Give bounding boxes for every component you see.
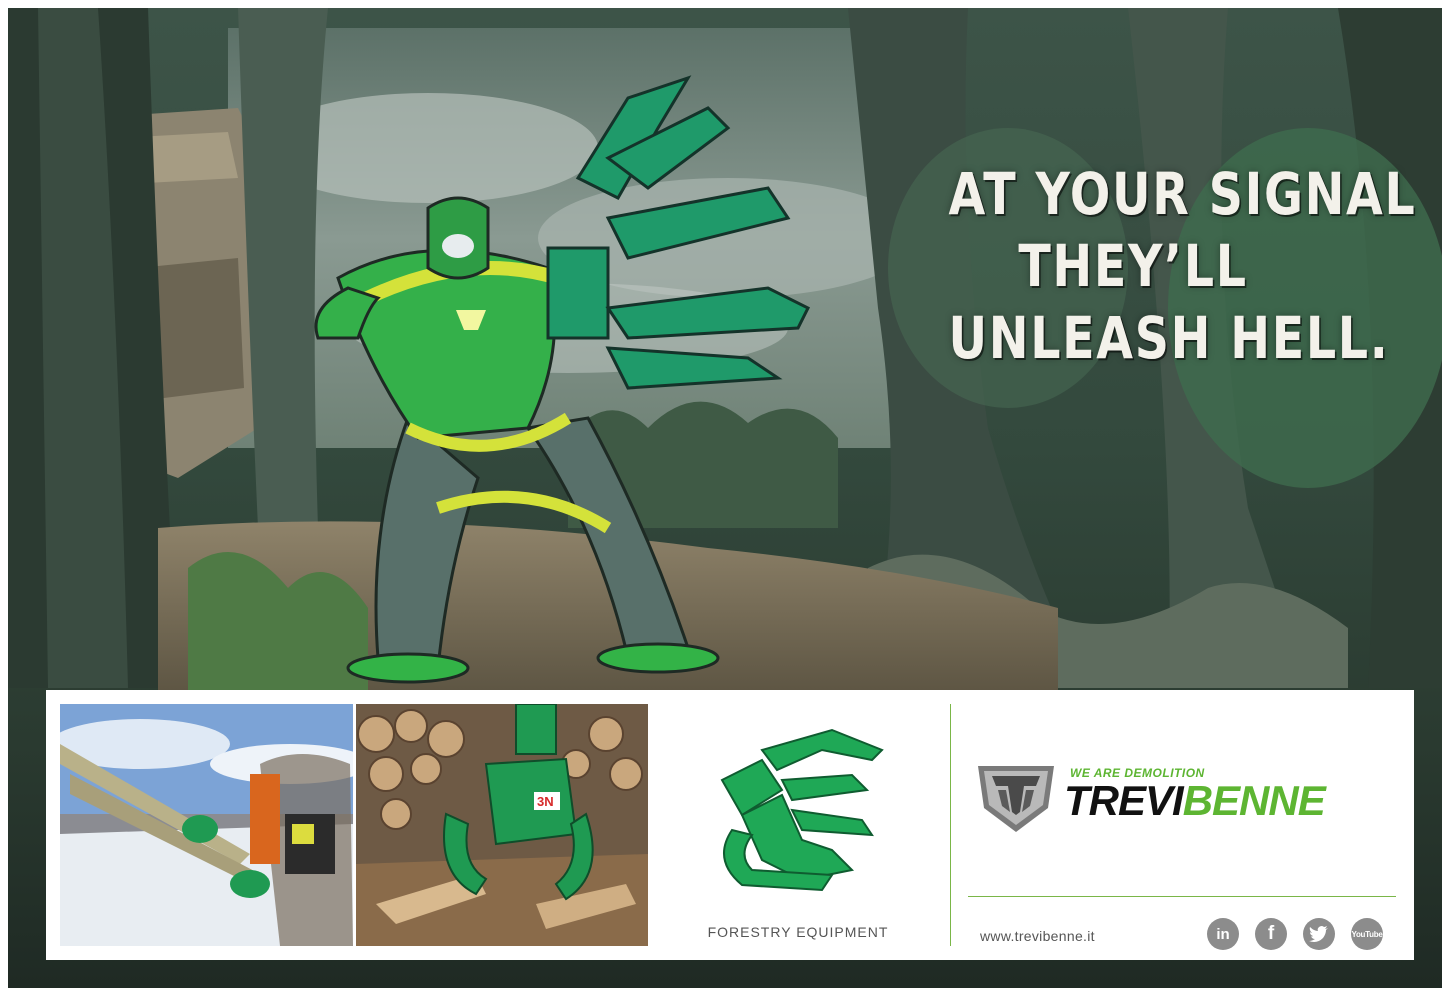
headline-line-1: AT YOUR SIGNAL [948, 160, 1417, 228]
brand-name-part-1: TREVI [1064, 777, 1184, 824]
headline-line-3: UNLEASH HELL. [948, 304, 1390, 372]
brand-name-part-2: BENNE [1182, 777, 1326, 824]
trevibenne-shield-logo-icon [978, 766, 1054, 832]
product-label: FORESTRY EQUIPMENT [707, 924, 889, 940]
website-link[interactable]: www.trevibenne.it [980, 928, 1095, 944]
info-panel: 3N FORESTRY EQUIPMENT WE ARE DEMOLITION [46, 690, 1414, 960]
twitter-icon[interactable] [1303, 918, 1335, 950]
grapple-badge: 3N [537, 794, 554, 809]
headline: AT YOUR SIGNAL THEY’LL UNLEASH HELL. [948, 158, 1417, 374]
vertical-divider [950, 704, 951, 946]
twitter-bird-icon [1309, 926, 1328, 942]
youtube-label: YouTube [1351, 929, 1383, 939]
advertisement: AT YOUR SIGNAL THEY’LL UNLEASH HELL. 3N … [8, 8, 1442, 988]
brand-name: TREVIBENNE [1064, 777, 1326, 824]
excavator-snow-photo [60, 704, 353, 946]
facebook-icon[interactable]: f [1255, 918, 1287, 950]
linkedin-icon[interactable]: in [1207, 918, 1239, 950]
headline-line-2: THEY’LL [1018, 232, 1248, 300]
horizontal-divider [968, 896, 1396, 897]
grapple-logs-photo: 3N [356, 704, 648, 946]
youtube-icon[interactable]: YouTube [1351, 918, 1383, 950]
forestry-grapple-icon [720, 728, 884, 892]
